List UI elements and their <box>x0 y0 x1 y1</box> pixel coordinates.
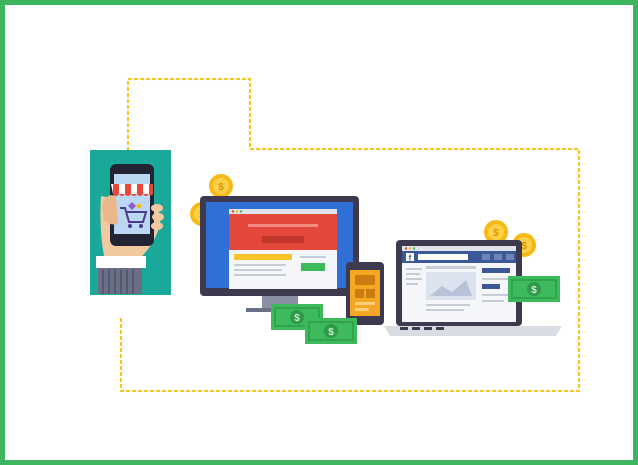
svg-text:f: f <box>409 254 412 263</box>
ecommerce-illustration: $ $ $ $ $ f $ <box>90 77 581 393</box>
coin-icon: $ <box>209 174 233 198</box>
svg-text:$: $ <box>521 241 527 252</box>
banknote-icon: $ <box>305 318 357 344</box>
svg-text:$: $ <box>531 285 537 296</box>
svg-text:$: $ <box>493 228 499 239</box>
tablet-icon <box>346 262 384 325</box>
svg-text:$: $ <box>328 327 334 338</box>
svg-text:$: $ <box>218 182 224 193</box>
mobile-shopping-icon <box>90 150 171 295</box>
banknote-icon: $ <box>508 276 560 302</box>
desktop-monitor-icon <box>200 196 359 312</box>
svg-text:$: $ <box>294 313 300 324</box>
